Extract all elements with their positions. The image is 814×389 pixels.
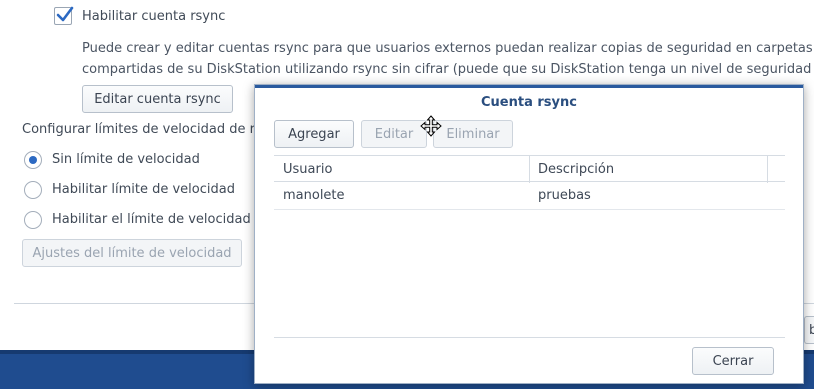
column-separator[interactable] (767, 156, 768, 183)
rsync-account-dialog: Cuenta rsync Agregar Editar Eliminar Usu… (254, 84, 804, 384)
description-line-1: Puede crear y editar cuentas rsync para … (82, 41, 813, 56)
close-button[interactable]: Cerrar (692, 347, 774, 375)
column-header-description[interactable]: Descripción (538, 162, 614, 177)
edit-rsync-account-button[interactable]: Editar cuenta rsync (82, 85, 233, 113)
partial-button-label: b (809, 323, 814, 338)
column-separator[interactable] (529, 156, 530, 183)
rsync-description: Puede crear y editar cuentas rsync para … (82, 38, 814, 80)
radio-scheduled-speed-limit[interactable] (24, 211, 42, 229)
dialog-footer-divider (274, 337, 785, 338)
radio-enable-speed-limit[interactable] (24, 181, 42, 199)
partial-apply-button[interactable]: b (804, 316, 814, 344)
description-line-2: compartidas de su DiskStation utilizando… (82, 62, 814, 77)
column-header-user[interactable]: Usuario (283, 162, 332, 177)
enable-rsync-label: Habilitar cuenta rsync (82, 9, 226, 24)
speed-limit-heading: Configurar límites de velocidad de rsy (22, 122, 270, 137)
dialog-title-bar[interactable] (255, 85, 803, 88)
no-speed-limit-label: Sin límite de velocidad (52, 152, 200, 167)
table-header: Usuario Descripción (274, 155, 785, 183)
dialog-title: Cuenta rsync (481, 95, 577, 110)
table-row[interactable]: manolete pruebas (274, 182, 785, 210)
accounts-table: Usuario Descripción manolete pruebas (274, 155, 785, 211)
radio-no-speed-limit[interactable] (24, 151, 42, 169)
speed-limit-settings-button[interactable]: Ajustes del límite de velocidad (22, 239, 242, 267)
delete-button[interactable]: Eliminar (433, 120, 513, 148)
add-button[interactable]: Agregar (274, 120, 354, 148)
row-user-cell: manolete (283, 188, 345, 203)
enable-rsync-checkbox[interactable] (54, 6, 74, 25)
scheduled-speed-limit-label: Habilitar el límite de velocidad de (52, 212, 272, 227)
edit-button[interactable]: Editar (361, 120, 427, 148)
enable-speed-limit-label: Habilitar límite de velocidad (52, 182, 235, 197)
move-cursor-icon (420, 115, 442, 137)
checkmark-icon (56, 6, 74, 22)
row-description-cell: pruebas (538, 188, 591, 203)
